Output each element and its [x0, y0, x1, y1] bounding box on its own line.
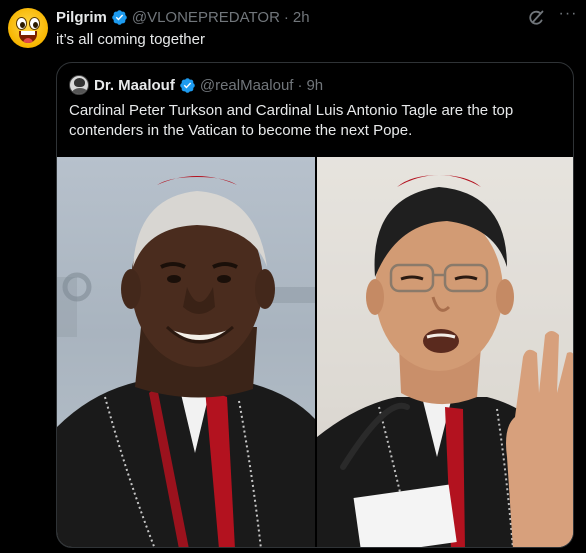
avatar-mouth — [19, 31, 37, 43]
photo-cardinal-tagle[interactable] — [317, 157, 573, 547]
separator-dot: · — [283, 8, 289, 26]
timestamp[interactable]: 2h — [293, 9, 310, 26]
quoted-author-name[interactable]: Dr. Maalouf — [94, 77, 175, 94]
more-options-icon[interactable]: ··· — [556, 6, 580, 26]
quoted-author-avatar[interactable] — [69, 75, 89, 95]
avatar-eye-right — [29, 17, 40, 30]
photo-cardinal-turkson[interactable] — [57, 157, 315, 547]
quoted-author-handle[interactable]: @realMaalouf — [200, 77, 294, 94]
quoted-tweet[interactable]: Dr. Maalouf @realMaalouf · 9h Cardinal P… — [56, 62, 574, 548]
author-avatar[interactable] — [8, 8, 48, 48]
verified-badge-icon — [112, 9, 127, 25]
tweet-header: Pilgrim @VLONEPREDATOR · 2h — [56, 8, 310, 26]
author-handle[interactable]: @VLONEPREDATOR — [132, 9, 280, 26]
tweet-text: it’s all coming together — [56, 31, 205, 48]
quoted-timestamp[interactable]: 9h — [306, 77, 323, 94]
portrait-illustration-right — [317, 157, 573, 547]
separator-dot: · — [297, 76, 303, 94]
tweet[interactable]: Pilgrim @VLONEPREDATOR · 2h ··· it’s all… — [0, 0, 586, 553]
quoted-tweet-text: Cardinal Peter Turkson and Cardinal Luis… — [69, 102, 514, 139]
author-name[interactable]: Pilgrim — [56, 9, 107, 26]
avatar-eye-left — [16, 17, 27, 30]
quoted-tweet-header: Dr. Maalouf @realMaalouf · 9h — [69, 75, 323, 95]
portrait-illustration-left — [57, 176, 315, 547]
verified-badge-icon — [180, 77, 195, 93]
grok-icon[interactable] — [526, 8, 546, 28]
quoted-tweet-media[interactable] — [57, 157, 573, 547]
